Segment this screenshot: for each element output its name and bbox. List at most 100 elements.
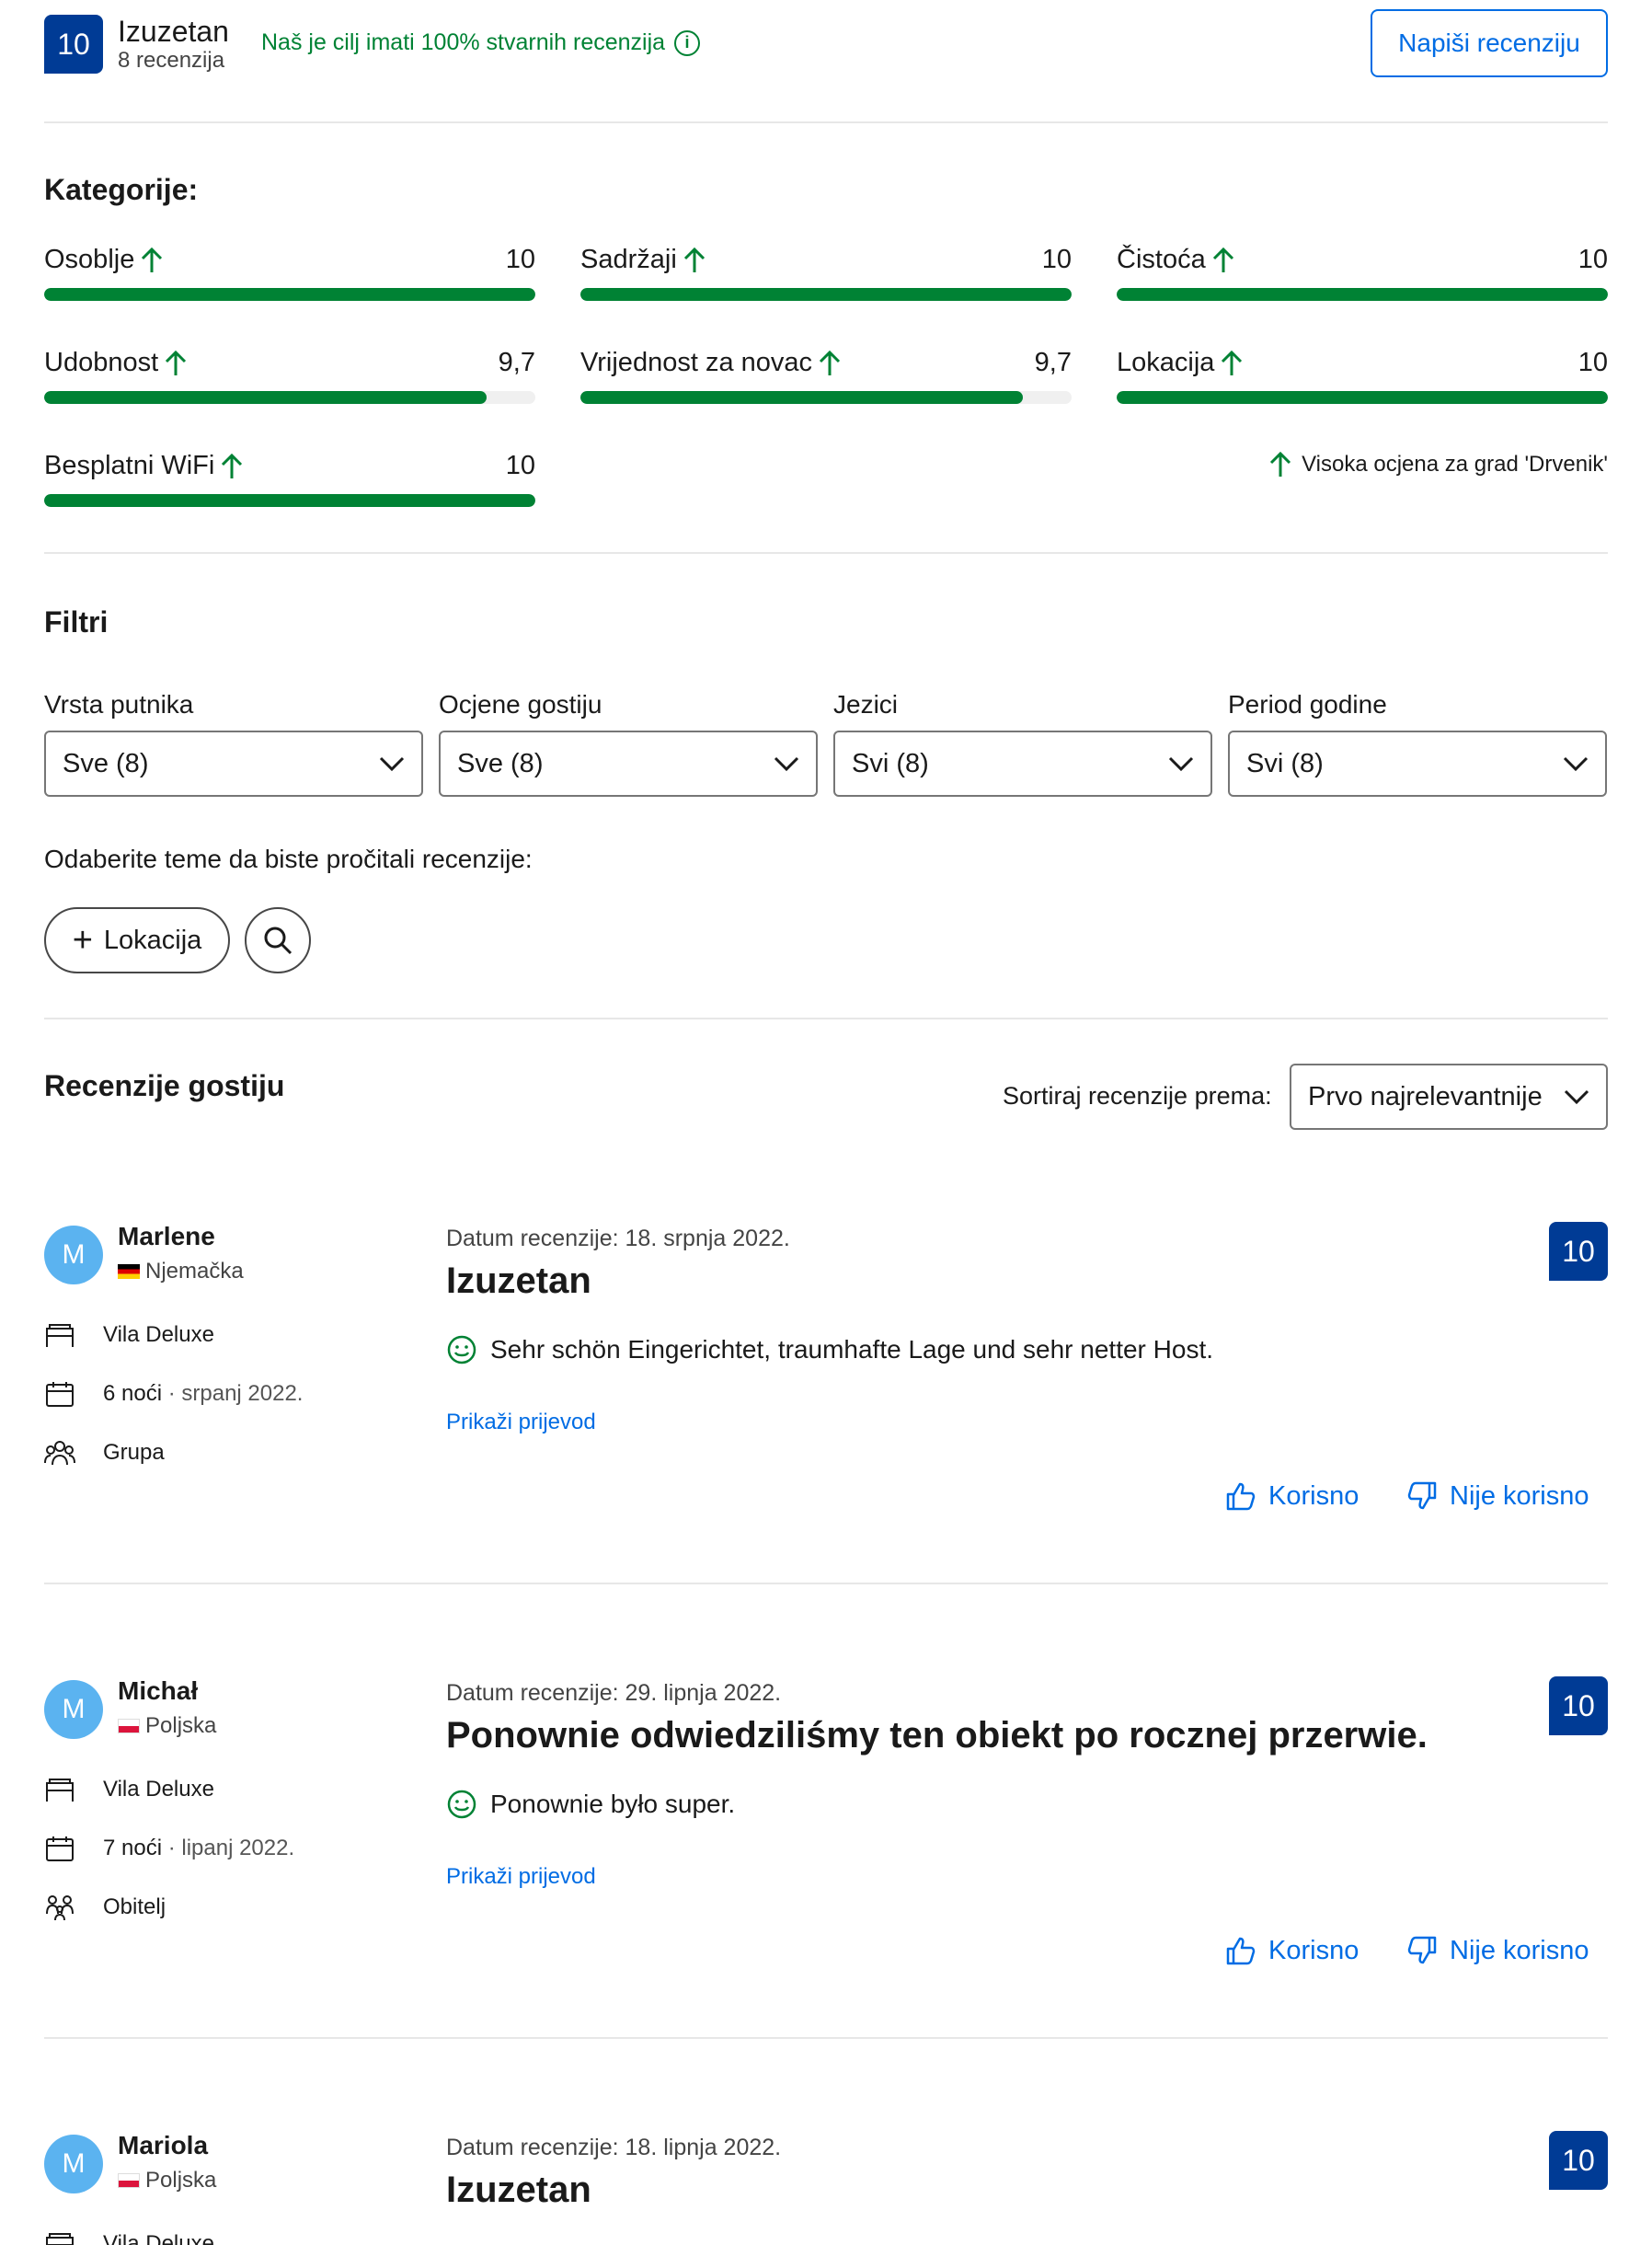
category-name: Osoblje [44,245,135,274]
room-type-label: Vila Deluxe [103,1322,214,1347]
room-type: Vila Deluxe [44,2230,214,2245]
bed-icon [46,2233,74,2245]
overall-score-badge: 10 [44,15,103,74]
avatar: M [44,1680,103,1739]
stay-duration: 7 noći · lipanj 2022. [44,1835,294,1862]
review-summary-header: 10 Izuzetan 8 recenzija Naš je cilj imat… [44,0,1608,123]
filter-label-traveller-type: Vrsta putnika [44,690,194,719]
category-name: Sadržaji [580,245,677,274]
reviewer-country: Njemačka [118,1259,244,1284]
not-helpful-label: Nije korisno [1450,1480,1589,1511]
room-type-label: Vila Deluxe [103,1777,214,1802]
category-bar [44,288,535,301]
category-bar-fill [580,391,1023,404]
sort-value: Prvo najrelevantnije [1308,1081,1543,1111]
category-vrijednost: Vrijednost za novac 9,7 [580,348,1072,404]
category-name: Udobnost [44,348,159,377]
high-score-note-text: Visoka ocjena za grad 'Drvenik' [1302,452,1608,477]
room-type: Vila Deluxe [44,1776,214,1803]
write-review-button[interactable]: Napiši recenziju [1371,9,1608,77]
category-score: 10 [1577,245,1608,274]
sort-select[interactable]: Prvo najrelevantnije [1290,1064,1608,1130]
high-score-note: Visoka ocjena za grad 'Drvenik' [1268,451,1608,478]
chevron-down-icon [379,756,405,772]
category-sadrzaji: Sadržaji 10 [580,245,1072,301]
category-name: Lokacija [1117,348,1215,377]
category-wifi: Besplatni WiFi 10 [44,451,535,507]
not-helpful-button[interactable]: Nije korisno [1405,1934,1589,1967]
thumbs-down-icon [1407,1936,1437,1964]
filter-value: Svi (8) [1246,748,1324,778]
arrow-up-icon [166,350,187,375]
arrow-up-icon [1222,350,1243,375]
not-helpful-label: Nije korisno [1450,1935,1589,1965]
reviewer-country-name: Poljska [145,2168,217,2193]
category-lokacija: Lokacija 10 [1117,348,1608,404]
divider [44,552,1608,554]
traveller-type-label: Obitelj [103,1894,166,1919]
info-icon[interactable]: i [674,29,701,56]
review-positive-text: Sehr schön Eingerichtet, traumhafte Lage… [446,1334,1213,1365]
category-score: 9,7 [498,348,535,377]
thumbs-up-icon [1226,1937,1256,1965]
filter-time-of-year-select[interactable]: Svi (8) [1228,731,1607,797]
category-bar-fill [580,288,1072,301]
category-name: Vrijednost za novac [580,348,813,377]
review-positive-text: Ponownie było super. [446,1789,735,1820]
review-score-badge: 10 [1549,1676,1608,1735]
poland-flag-icon [118,2173,140,2188]
review-title: Ponownie odwiedziliśmy ten obiekt po roc… [446,1715,1428,1756]
nights-count: 6 noći [103,1381,163,1406]
show-translation-link[interactable]: Prikaži prijevod [446,1410,596,1435]
category-bar [1117,391,1608,404]
smiley-icon [447,1335,476,1364]
room-type: Vila Deluxe [44,1321,214,1349]
category-name: Čistoća [1117,245,1206,274]
reviewer-country-name: Poljska [145,1713,217,1738]
nights-count: 7 noći [103,1836,163,1860]
category-score: 10 [505,245,535,274]
filter-label-languages: Jezici [833,690,899,719]
review-count: 8 recenzija [118,48,225,73]
filter-value: Sve (8) [63,748,149,778]
category-osoblje: Osoblje 10 [44,245,535,301]
category-bar [580,391,1072,404]
traveller-type: Grupa [44,1439,165,1467]
filter-languages-select[interactable]: Svi (8) [833,731,1212,797]
review-date: Datum recenzije: 18. lipnja 2022. [446,2135,782,2160]
category-bar-fill [44,288,535,301]
helpful-button[interactable]: Korisno [1224,1934,1359,1967]
bed-icon [46,1779,74,1802]
calendar-icon [46,1382,74,1407]
category-score: 10 [1577,348,1608,377]
review-date: Datum recenzije: 29. lipnja 2022. [446,1680,782,1706]
reviews-title: Recenzije gostiju [44,1069,285,1102]
arrow-up-icon [222,453,243,478]
topic-pill-lokacija[interactable]: + Lokacija [44,907,230,973]
chevron-down-icon [1168,756,1194,772]
real-reviews-claim: Naš je cilj imati 100% stvarnih recenzij… [261,29,701,56]
arrow-up-icon [819,350,841,375]
topic-search-button[interactable] [245,907,311,973]
category-udobnost: Udobnost 9,7 [44,348,535,404]
review-title: Izuzetan [446,1261,591,1301]
show-translation-link[interactable]: Prikaži prijevod [446,1864,596,1890]
category-score: 9,7 [1034,348,1072,377]
category-bar-fill [1117,391,1608,404]
avatar: M [44,1226,103,1284]
bed-icon [46,1324,74,1347]
thumbs-up-icon [1226,1482,1256,1511]
traveller-type: Obitelj [44,1894,166,1921]
reviewer-name: Michał [118,1676,199,1705]
review-score-badge: 10 [1549,1222,1608,1281]
helpful-button[interactable]: Korisno [1224,1479,1359,1513]
not-helpful-button[interactable]: Nije korisno [1405,1479,1589,1513]
category-bar [44,391,535,404]
filter-traveller-type-select[interactable]: Sve (8) [44,731,423,797]
real-reviews-claim-text: Naš je cilj imati 100% stvarnih recenzij… [261,29,666,55]
stay-period: · lipanj 2022. [167,1836,295,1860]
divider [44,1018,1608,1019]
arrow-up-icon [142,247,163,272]
room-type-label: Vila Deluxe [103,2231,214,2245]
filter-guest-scores-select[interactable]: Sve (8) [439,731,818,797]
